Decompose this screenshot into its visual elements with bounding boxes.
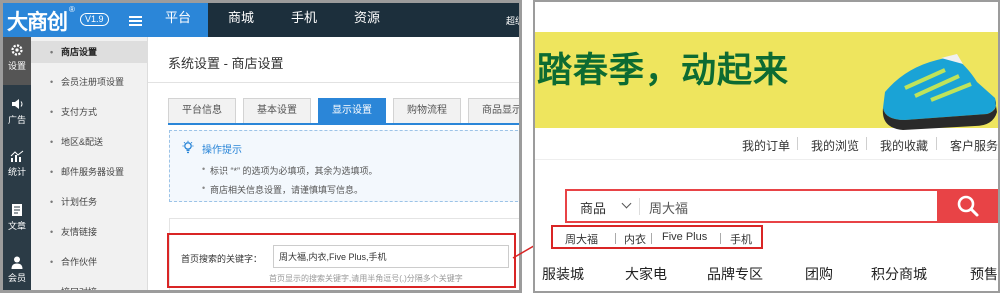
sidebar-item-label: 统计 [7, 167, 26, 177]
sidebar-item-label: 文章 [7, 221, 26, 231]
tip-line: 商店相关信息设置，请谨慎填写信息。 [202, 183, 363, 196]
divider [535, 159, 998, 160]
tips-title: 操作提示 [202, 145, 242, 156]
tips-box: 操作提示 标识 “*” 的选项为必填项，其余为选填项。 商店相关信息设置，请谨慎… [169, 130, 519, 202]
tab-platform-info[interactable]: 平台信息 [168, 98, 236, 124]
logo: 大商创 [7, 10, 68, 34]
banner-text: 踏春季，动起来 [537, 50, 790, 91]
promo-banner[interactable]: 踏春季，动起来 [535, 32, 998, 130]
nav-item[interactable]: 团购 [805, 264, 833, 284]
nav-item[interactable]: 大家电 [625, 264, 667, 284]
speaker-icon [12, 99, 23, 109]
search-bar: 商品 周大福 [565, 189, 937, 223]
nav-item[interactable]: 预售 [970, 264, 998, 284]
admin-user-label[interactable]: 超级 [506, 14, 519, 27]
submenu-item-cron[interactable]: 计划任务 [31, 191, 148, 213]
document-icon [12, 204, 22, 216]
tip-line: 标识 “*” 的选项为必填项，其余为选填项。 [202, 164, 377, 177]
search-input[interactable]: 周大福 [649, 198, 688, 217]
tab-checkout-flow[interactable]: 购物流程 [393, 98, 461, 124]
sidebar-item-label: 设置 [7, 61, 26, 71]
top-tab-mobile[interactable]: 手机 [274, 3, 334, 37]
tab-product-display[interactable]: 商品显示 [468, 98, 519, 124]
search-category-select[interactable]: 商品 [580, 198, 606, 217]
shop-panel: 踏春季，动起来 我的订单 我的浏览 我的收藏 客户服务 商品 周大福 周大福 内… [533, 0, 1000, 293]
sidebar-item-articles[interactable]: 文章 [3, 197, 31, 245]
sidebar-item-label: 广告 [7, 115, 26, 125]
tab-display-settings[interactable]: 显示设置 [318, 98, 386, 124]
settings-submenu: 商店设置 会员注册项设置 支付方式 地区&配送 邮件服务器设置 计划任务 友情链… [31, 37, 148, 290]
link-customer-service[interactable]: 客户服务 [950, 137, 998, 154]
submenu-item-friend-links[interactable]: 友情链接 [31, 221, 148, 243]
nav-item[interactable]: 品牌专区 [707, 264, 763, 284]
sidebar-item-stats[interactable]: 统计 [3, 143, 31, 191]
tab-basic-settings[interactable]: 基本设置 [243, 98, 311, 124]
divider [148, 82, 519, 83]
submenu-item-shop-settings[interactable]: 商店设置 [31, 41, 148, 63]
page-title: 系统设置 - 商店设置 [168, 56, 284, 71]
submenu-item-payment[interactable]: 支付方式 [31, 101, 148, 123]
sidebar-item-members[interactable]: 会员 [3, 249, 31, 290]
chevron-down-icon[interactable] [621, 198, 632, 209]
submenu-item-registration[interactable]: 会员注册项设置 [31, 71, 148, 93]
submenu-item-api[interactable]: 接口对接 [31, 281, 148, 290]
top-nav: 平台 商城 手机 资源 超级 [148, 3, 519, 37]
divider [651, 233, 652, 244]
hot-keywords: 周大福 内衣 Five Plus 手机 [551, 225, 763, 249]
chart-icon [10, 150, 24, 162]
logo-bar: 大商创 ® V1.9 [3, 3, 148, 37]
submenu-item-partners[interactable]: 合作伙伴 [31, 251, 148, 273]
hot-keyword[interactable]: 周大福 [565, 231, 598, 247]
admin-panel: 大商创 ® V1.9 平台 商城 手机 资源 超级 设置 广告 统计 文章 会员 [0, 0, 522, 293]
sneaker-image [882, 54, 997, 130]
search-button[interactable] [937, 189, 998, 223]
tab-underline [168, 123, 519, 125]
registered-mark: ® [69, 5, 75, 14]
icon-sidebar: 设置 广告 统计 文章 会员 [3, 37, 31, 290]
sidebar-item-label: 会员 [7, 273, 26, 283]
submenu-item-shipping[interactable]: 地区&配送 [31, 131, 148, 153]
lightbulb-icon [182, 140, 194, 154]
menu-toggle-icon[interactable] [129, 16, 142, 26]
top-tab-resources[interactable]: 资源 [337, 3, 397, 37]
hot-keyword[interactable]: 内衣 [624, 231, 646, 247]
divider [936, 137, 937, 150]
top-tab-mall[interactable]: 商城 [211, 3, 271, 37]
nav-item[interactable]: 积分商城 [871, 264, 927, 284]
divider [866, 137, 867, 150]
sidebar-item-ads[interactable]: 广告 [3, 91, 31, 139]
link-my-favorites[interactable]: 我的收藏 [880, 137, 928, 154]
sidebar-item-settings[interactable]: 设置 [3, 37, 31, 85]
quick-links: 我的订单 我的浏览 我的收藏 客户服务 [535, 134, 998, 154]
link-my-history[interactable]: 我的浏览 [811, 137, 859, 154]
gear-icon [11, 44, 23, 56]
divider [797, 137, 798, 150]
hot-keyword[interactable]: 手机 [730, 231, 752, 247]
divider [615, 233, 616, 244]
top-tab-platform[interactable]: 平台 [148, 3, 208, 37]
link-my-orders[interactable]: 我的订单 [742, 137, 790, 154]
search-icon [957, 195, 979, 217]
submenu-item-mail-server[interactable]: 邮件服务器设置 [31, 161, 148, 183]
nav-item[interactable]: 服装城 [542, 264, 584, 284]
version-badge: V1.9 [80, 13, 109, 26]
keyword-highlight-box [167, 233, 516, 288]
user-icon [11, 256, 23, 269]
hot-keyword[interactable]: Five Plus [662, 231, 707, 243]
divider [639, 198, 640, 215]
divider [720, 233, 721, 244]
